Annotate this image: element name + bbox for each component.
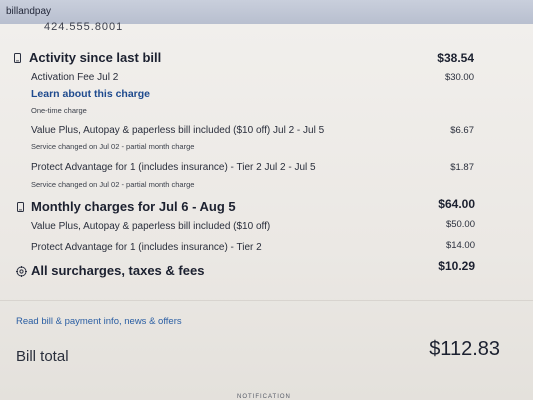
monthly-title[interactable]: Monthly charges for Jul 6 - Aug 5	[31, 199, 236, 214]
activation-fee-amount: $30.00	[444, 72, 474, 83]
footer-caption: NOTIFICATION	[237, 394, 291, 400]
surcharges-total: $10.29	[438, 259, 475, 273]
monthly-total: $64.00	[438, 197, 475, 211]
gear-icon	[16, 266, 27, 280]
value-plus-monthly-label: Value Plus, Autopay & paperless bill inc…	[31, 221, 271, 232]
divider	[0, 300, 533, 301]
phone-icon	[14, 53, 21, 66]
surcharges-title[interactable]: All surcharges, taxes & fees	[31, 263, 204, 278]
browser-tab-title[interactable]: billandpay	[6, 6, 51, 17]
protect-partial-label: Protect Advantage for 1 (includes insura…	[31, 162, 316, 173]
read-bill-info-link[interactable]: Read bill & payment info, news & offers	[16, 316, 182, 327]
activity-title[interactable]: Activity since last bill	[29, 50, 161, 65]
bill-total-label: Bill total	[16, 348, 69, 365]
activity-total: $38.54	[437, 51, 474, 65]
value-plus-partial-amount: $6.67	[450, 125, 474, 136]
activation-fee-label: Activation Fee Jul 2	[31, 72, 119, 83]
learn-about-charge-link[interactable]: Learn about this charge	[31, 88, 150, 100]
value-plus-monthly-amount: $50.00	[445, 219, 475, 230]
protect-partial-note: Service changed on Jul 02 - partial mont…	[31, 180, 195, 189]
bill-page: 424.555.8001 Activity since last bill $3…	[0, 21, 533, 400]
protect-monthly-amount: $14.00	[445, 240, 475, 251]
protect-monthly-label: Protect Advantage for 1 (includes insura…	[31, 242, 262, 253]
header-phone: 424.555.8001	[44, 21, 124, 33]
value-plus-partial-label: Value Plus, Autopay & paperless bill inc…	[31, 125, 325, 136]
protect-partial-amount: $1.87	[450, 162, 474, 173]
activation-fee-note: One-time charge	[31, 106, 87, 115]
bill-total-amount: $112.83	[429, 338, 500, 360]
phone-icon	[17, 202, 24, 215]
value-plus-partial-note: Service changed on Jul 02 - partial mont…	[31, 142, 195, 151]
